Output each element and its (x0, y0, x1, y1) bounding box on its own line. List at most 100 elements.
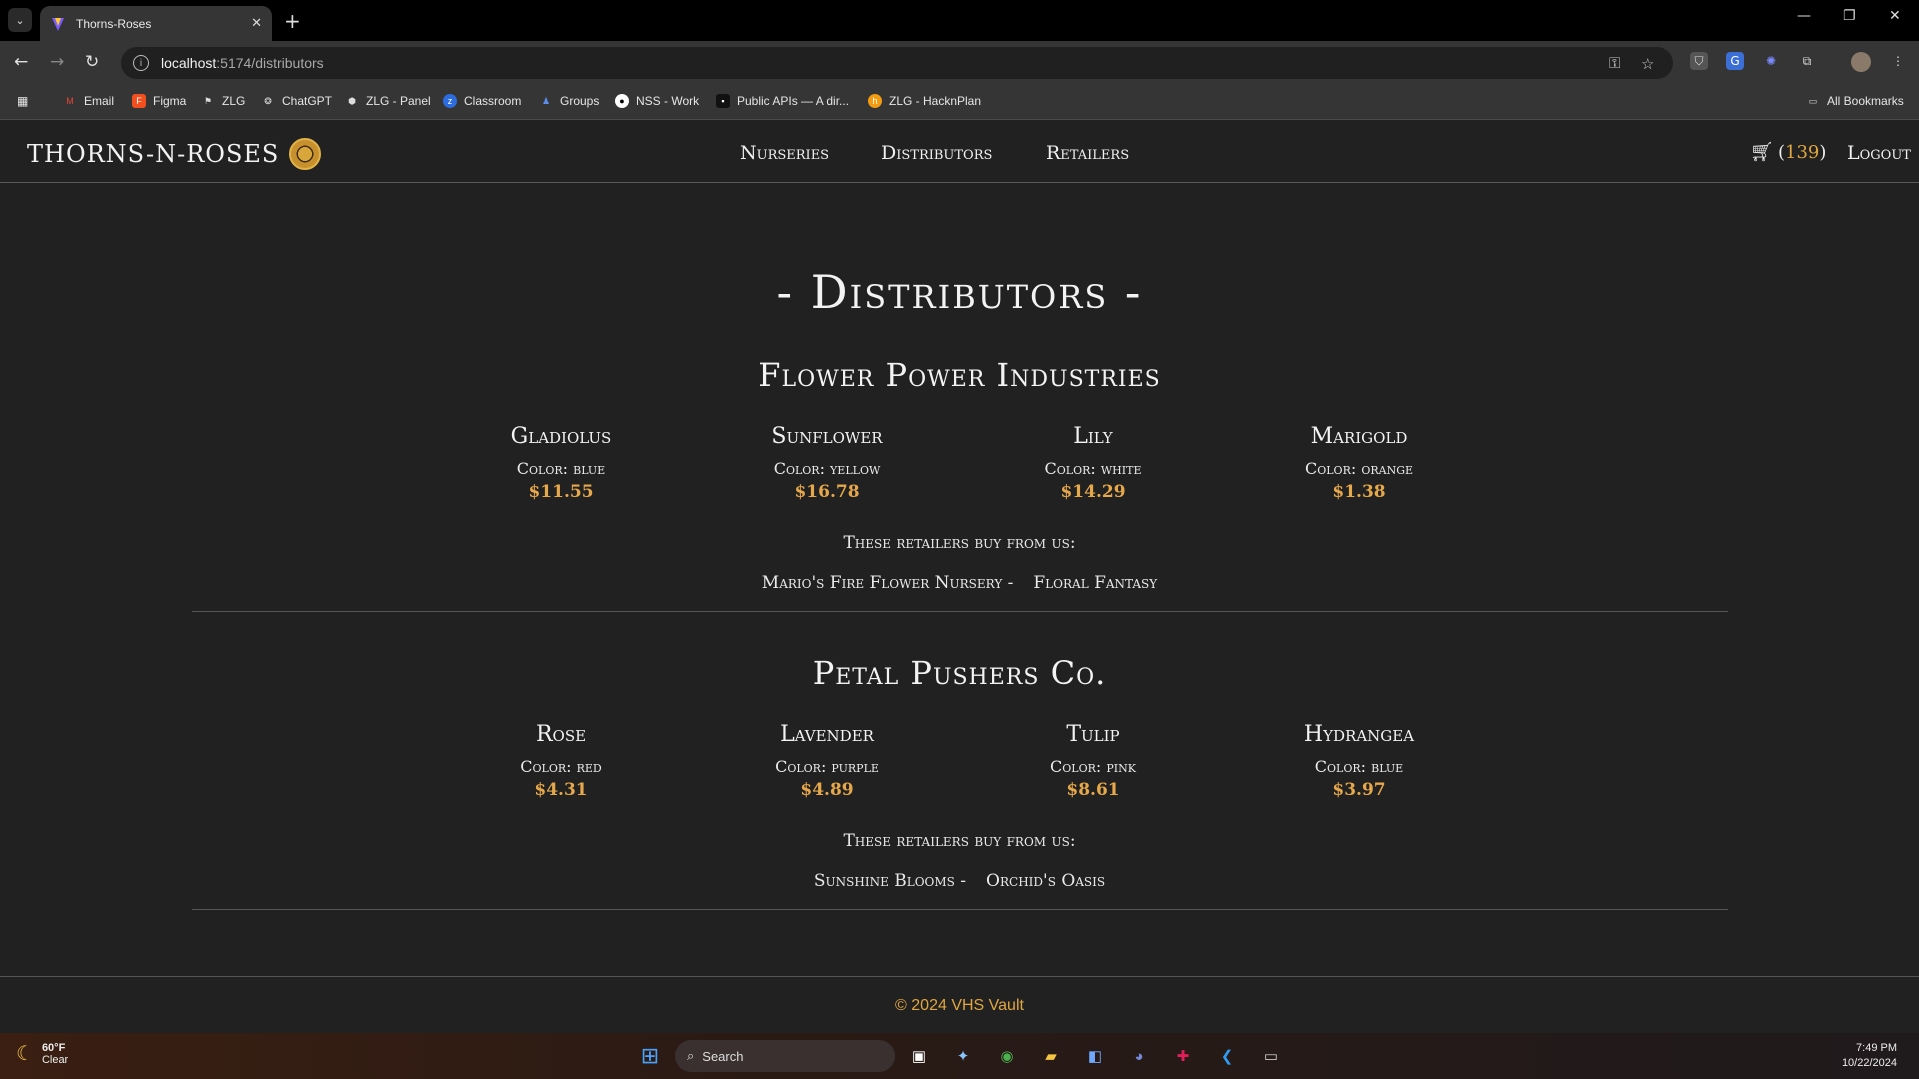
window-close-icon[interactable]: ✕ (1889, 8, 1901, 24)
flower-card: Tulip Color: pink $8.61 (973, 722, 1213, 800)
flower-color: Color: purple (775, 757, 879, 776)
search-icon: ⌕ (687, 1048, 695, 1063)
flower-name: Hydrangea (1303, 722, 1415, 747)
flower-name: Gladiolus (510, 424, 612, 449)
flower-price: $4.31 (534, 780, 588, 800)
flower-color: Color: white (1044, 459, 1142, 478)
nav-distributors[interactable]: Distributors (881, 142, 992, 164)
flower-name: Tulip (1066, 722, 1120, 747)
tab-title: Thorns-Roses (76, 16, 152, 31)
minimize-icon[interactable]: — (1797, 8, 1811, 24)
new-tab-icon[interactable]: + (284, 9, 301, 33)
extension-gear-icon[interactable]: ✺ (1762, 52, 1780, 70)
address-bar[interactable]: i localhost:5174/distributors ⚿ ☆ (121, 47, 1673, 79)
file-explorer-icon[interactable]: ▰ (1038, 1043, 1064, 1069)
terminal-icon[interactable]: ▭ (1258, 1043, 1284, 1069)
system-clock[interactable]: 7:49 PM 10/22/2024 (1842, 1041, 1897, 1071)
app-icon[interactable]: ◧ (1082, 1043, 1108, 1069)
flower-card: Rose Color: red $4.31 (441, 722, 681, 800)
flower-price: $3.97 (1332, 780, 1386, 800)
back-icon[interactable]: ← (14, 52, 28, 72)
password-key-icon[interactable]: ⚿ (1609, 55, 1620, 72)
windows-start-icon[interactable]: ⊞ (637, 1043, 663, 1069)
flower-name: Sunflower (771, 424, 883, 449)
weather-widget[interactable]: ☾ 60°F Clear (16, 1041, 68, 1066)
panel-icon: ⬢ (348, 95, 356, 106)
extension-translate-icon[interactable]: G (1726, 52, 1744, 70)
zlg-icon: ⚑ (203, 95, 213, 106)
bookmark-email[interactable]: M Email (63, 94, 114, 108)
nav-retailers[interactable]: Retailers (1046, 142, 1129, 164)
brand[interactable]: THORNS-N-ROSES (27, 138, 322, 170)
vscode-icon[interactable]: ❮ (1214, 1043, 1240, 1069)
discord-icon[interactable]: ◕ (1126, 1043, 1152, 1069)
bookmark-groups[interactable]: ♟ Groups (539, 94, 599, 108)
browser-menu-icon[interactable]: ⋮ (1889, 52, 1907, 70)
reload-icon[interactable]: ↻ (85, 52, 99, 72)
bookmark-chatgpt[interactable]: ❂ ChatGPT (261, 94, 332, 108)
section-divider (192, 909, 1728, 910)
flower-price: $16.78 (794, 482, 860, 502)
bookmark-hacknplan[interactable]: h ZLG - HacknPlan (868, 94, 981, 108)
tab-search-icon[interactable]: ⌄ (8, 8, 32, 32)
flower-card: Lavender Color: purple $4.89 (707, 722, 947, 800)
gmail-icon: M (66, 96, 74, 106)
zoom-icon: z (443, 94, 457, 108)
weather-condition: Clear (41, 1053, 69, 1066)
browser-toolbar: ← → ↻ i localhost:5174/distributors ⚿ ☆ (0, 41, 1919, 85)
retailer-name: Orchid's Oasis (986, 871, 1106, 891)
forward-icon[interactable]: → (50, 52, 64, 72)
bookmark-zlg[interactable]: ⚑ ZLG (201, 94, 245, 108)
cart-icon[interactable]: 🛒︎ (1750, 140, 1774, 163)
footer: © 2024 VHS Vault (0, 976, 1919, 1033)
flower-card: Sunflower Color: yellow $16.78 (707, 424, 947, 502)
all-bookmarks[interactable]: ▭ All Bookmarks (1806, 94, 1904, 108)
task-view-icon[interactable]: ▣ (906, 1043, 932, 1069)
page-content: THORNS-N-ROSES Nurseries Distributors Re… (0, 120, 1919, 1033)
flower-color: Color: pink (1050, 757, 1136, 776)
hacknplan-icon: h (868, 94, 882, 108)
taskbar-search[interactable]: ⌕ Search (675, 1040, 895, 1072)
flower-card: Lily Color: white $14.29 (973, 424, 1213, 502)
bookmark-public-apis[interactable]: ▪ Public APIs — A dir... (716, 94, 849, 108)
brand-logo-icon (289, 138, 322, 170)
distributor-name: Flower Power Industries (758, 356, 1161, 394)
flower-name: Rose (535, 722, 587, 747)
bookmark-figma[interactable]: F Figma (132, 94, 186, 108)
bookmark-nss-work[interactable]: ● NSS - Work (615, 94, 699, 108)
retailer-name: Floral Fantasy (1033, 573, 1158, 593)
flower-card: Gladiolus Color: blue $11.55 (441, 424, 681, 502)
restore-icon[interactable]: ❐ (1843, 8, 1856, 24)
bookmark-classroom[interactable]: z Classroom (443, 94, 521, 108)
os-taskbar: ☾ 60°F Clear ⊞ ⌕ Search ▣ ✦ ◉ ▰ ◧ ◕ ✚ ❮ … (0, 1033, 1919, 1079)
copilot-icon[interactable]: ✦ (950, 1043, 976, 1069)
tab-close-icon[interactable]: ✕ (251, 16, 262, 31)
browser-tab[interactable]: Thorns-Roses ✕ (40, 6, 272, 41)
extension-shield-icon[interactable]: ⛉ (1690, 52, 1708, 70)
flower-name: Lily (1073, 424, 1113, 449)
flower-name: Lavender (780, 722, 874, 747)
logout-link[interactable]: Logout (1847, 142, 1911, 164)
brand-name: THORNS-N-ROSES (27, 140, 280, 168)
flower-card: Marigold Color: orange $1.38 (1239, 424, 1479, 502)
cart-count[interactable]: (139) (1778, 142, 1826, 163)
url-host: localhost (161, 55, 217, 71)
apps-grid-icon[interactable]: ▦ (17, 94, 28, 108)
site-info-icon[interactable]: i (133, 55, 149, 71)
site-navbar: THORNS-N-ROSES Nurseries Distributors Re… (0, 120, 1919, 183)
flower-color: Color: blue (1314, 757, 1404, 776)
slack-icon[interactable]: ✚ (1170, 1043, 1196, 1069)
section-divider (192, 611, 1728, 612)
flower-name: Marigold (1310, 424, 1408, 449)
profile-avatar[interactable] (1851, 52, 1871, 72)
nav-nurseries[interactable]: Nurseries (740, 142, 829, 164)
flower-price: $14.29 (1060, 482, 1126, 502)
clock-time: 7:49 PM (1856, 1042, 1897, 1054)
bookmark-zlg-panel[interactable]: ⬢ ZLG - Panel (345, 94, 431, 108)
flower-color: Color: blue (516, 459, 606, 478)
chrome-icon[interactable]: ◉ (994, 1043, 1020, 1069)
weather-temp: 60°F (41, 1041, 66, 1054)
extensions-puzzle-icon[interactable]: ⧉ (1798, 52, 1816, 70)
bookmark-star-icon[interactable]: ☆ (1641, 55, 1654, 73)
flower-color: Color: red (520, 757, 602, 776)
